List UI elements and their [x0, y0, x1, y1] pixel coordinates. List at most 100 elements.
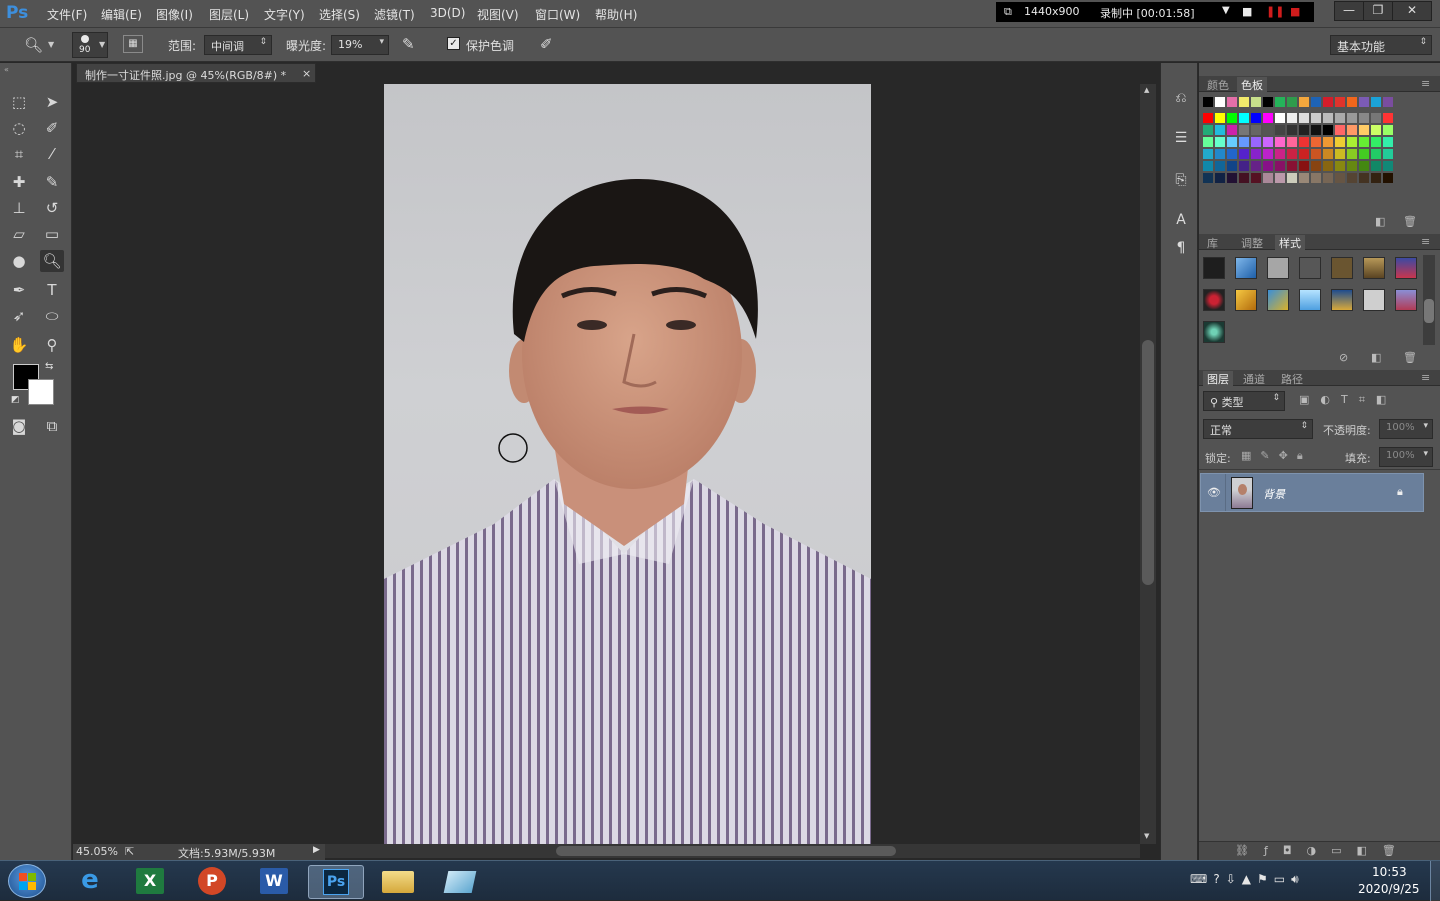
color-swatch[interactable]: [1347, 113, 1357, 123]
color-swatch[interactable]: [1383, 161, 1393, 171]
color-swatch[interactable]: [1335, 149, 1345, 159]
recorder-window-icon[interactable]: ⧉: [1004, 5, 1012, 19]
character-panel-icon[interactable]: A: [1170, 209, 1192, 231]
zoom-level[interactable]: 45.05%: [76, 845, 118, 858]
history-brush-tool-icon[interactable]: ↺: [40, 197, 64, 219]
color-swatch[interactable]: [1263, 161, 1273, 171]
dodge-tool-icon[interactable]: 🔍︎: [40, 250, 64, 272]
color-swatch[interactable]: [1275, 161, 1285, 171]
color-swatch[interactable]: [1251, 125, 1261, 135]
color-swatch[interactable]: [1251, 97, 1261, 107]
hand-tool-icon[interactable]: ✋: [7, 334, 31, 356]
color-swatch[interactable]: [1359, 97, 1369, 107]
healing-brush-tool-icon[interactable]: ✚: [7, 171, 31, 193]
zoom-tool-icon[interactable]: ⚲: [40, 334, 64, 356]
color-swatch[interactable]: [1359, 149, 1369, 159]
show-desktop-button[interactable]: [1430, 861, 1440, 901]
color-swatch[interactable]: [1227, 97, 1237, 107]
properties-panel-icon[interactable]: ☰: [1170, 127, 1192, 149]
default-colors-icon[interactable]: ◩: [11, 395, 20, 405]
menu-file[interactable]: 文件(F): [47, 6, 87, 23]
brush-panel-toggle-icon[interactable]: ▦: [123, 35, 143, 53]
color-swatch[interactable]: [1239, 137, 1249, 147]
color-swatch[interactable]: [1383, 125, 1393, 135]
color-swatch[interactable]: [1263, 137, 1273, 147]
color-swatch[interactable]: [1371, 125, 1381, 135]
style-swatch[interactable]: [1331, 257, 1353, 279]
color-swatch[interactable]: [1335, 137, 1345, 147]
color-swatch[interactable]: [1287, 113, 1297, 123]
color-swatch[interactable]: [1227, 125, 1237, 135]
color-swatch[interactable]: [1311, 173, 1321, 183]
color-swatch[interactable]: [1371, 149, 1381, 159]
clone-stamp-tool-icon[interactable]: ⊥: [7, 197, 31, 219]
color-swatch[interactable]: [1239, 149, 1249, 159]
color-swatch[interactable]: [1263, 113, 1273, 123]
color-swatch[interactable]: [1347, 173, 1357, 183]
panel-menu-icon[interactable]: ≡: [1421, 77, 1430, 90]
paragraph-panel-icon[interactable]: ¶: [1170, 237, 1192, 259]
color-swatch[interactable]: [1323, 97, 1333, 107]
color-swatch[interactable]: [1299, 97, 1309, 107]
color-swatch[interactable]: [1359, 137, 1369, 147]
crop-tool-icon[interactable]: ⌗: [7, 143, 31, 165]
color-swatch[interactable]: [1263, 125, 1273, 135]
close-tab-icon[interactable]: ×: [302, 67, 311, 80]
color-swatch[interactable]: [1347, 161, 1357, 171]
color-swatch[interactable]: [1227, 161, 1237, 171]
color-swatch[interactable]: [1383, 97, 1393, 107]
style-swatch[interactable]: [1203, 257, 1225, 279]
notes-app-icon[interactable]: [432, 865, 488, 899]
file-explorer-icon[interactable]: [370, 865, 426, 899]
powerpoint-icon[interactable]: P: [184, 865, 240, 899]
close-button[interactable]: ✕: [1392, 1, 1432, 21]
color-swatch[interactable]: [1359, 113, 1369, 123]
color-swatch[interactable]: [1275, 125, 1285, 135]
blend-mode-select[interactable]: 正常 ⇕: [1203, 419, 1313, 439]
color-swatch[interactable]: [1347, 137, 1357, 147]
color-swatch[interactable]: [1203, 161, 1213, 171]
menu-select[interactable]: 选择(S): [319, 6, 360, 23]
color-swatch[interactable]: [1287, 173, 1297, 183]
photoshop-taskbar-icon[interactable]: Ps: [308, 865, 364, 899]
color-swatch[interactable]: [1275, 149, 1285, 159]
style-swatch[interactable]: [1331, 289, 1353, 311]
color-swatch[interactable]: [1383, 149, 1393, 159]
panel-menu-icon[interactable]: ≡: [1421, 371, 1430, 384]
color-swatch[interactable]: [1215, 97, 1225, 107]
color-swatch[interactable]: [1251, 173, 1261, 183]
menu-image[interactable]: 图像(I): [156, 6, 193, 23]
color-swatch[interactable]: [1323, 113, 1333, 123]
menu-window[interactable]: 窗口(W): [535, 6, 580, 23]
color-swatch[interactable]: [1347, 149, 1357, 159]
opacity-input[interactable]: 100% ▾: [1379, 419, 1433, 439]
color-swatch[interactable]: [1335, 113, 1345, 123]
color-swatch[interactable]: [1323, 137, 1333, 147]
gradient-tool-icon[interactable]: ▭: [40, 223, 64, 245]
eyedropper-tool-icon[interactable]: ⁄: [40, 143, 64, 165]
new-style-icon[interactable]: ◧: [1371, 351, 1381, 364]
tab-paths[interactable]: 路径: [1281, 371, 1303, 387]
color-swatch[interactable]: [1371, 97, 1381, 107]
color-swatch[interactable]: [1371, 137, 1381, 147]
status-menu-arrow-icon[interactable]: ▶: [313, 845, 320, 855]
style-swatch[interactable]: [1235, 289, 1257, 311]
screen-mode-icon[interactable]: ⧉: [40, 415, 64, 437]
color-swatch[interactable]: [1335, 97, 1345, 107]
style-swatch[interactable]: [1203, 321, 1225, 343]
color-swatch[interactable]: [1215, 113, 1225, 123]
eye-visibility-icon[interactable]: 👁︎: [1207, 486, 1221, 499]
color-swatch[interactable]: [1215, 125, 1225, 135]
color-swatch[interactable]: [1203, 125, 1213, 135]
trash-icon[interactable]: 🗑︎: [1403, 351, 1417, 364]
ellipse-tool-icon[interactable]: ⬭: [40, 305, 64, 327]
tab-styles[interactable]: 样式: [1275, 235, 1305, 250]
blur-tool-icon[interactable]: ●: [7, 250, 31, 272]
color-swatch[interactable]: [1299, 113, 1309, 123]
eraser-tool-icon[interactable]: ▱: [7, 223, 31, 245]
camera-icon[interactable]: ■: [1242, 5, 1252, 18]
color-swatch[interactable]: [1299, 125, 1309, 135]
color-swatch[interactable]: [1215, 173, 1225, 183]
style-swatch[interactable]: [1267, 257, 1289, 279]
quick-selection-tool-icon[interactable]: ✐: [40, 117, 64, 139]
